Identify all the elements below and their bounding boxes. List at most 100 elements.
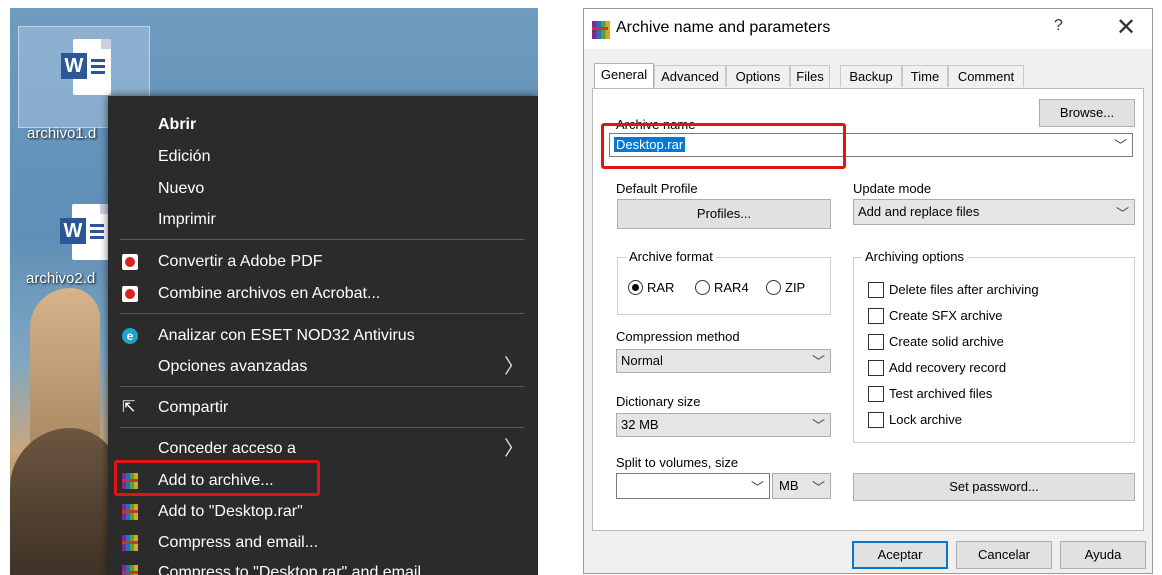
archive-dialog: Archive name and parameters ? ✕ General … — [583, 8, 1153, 574]
desktop-icon-label: archivo2.d — [26, 270, 96, 287]
general-tab-pane: Archive name Browse... Desktop.rar ﹀ Def… — [592, 88, 1144, 531]
split-unit-value: MB — [779, 478, 799, 493]
update-mode-value: Add and replace files — [858, 204, 980, 219]
context-menu: Abrir Edición Nuevo Imprimir Convertir a… — [108, 96, 538, 575]
adobe-pdf-icon — [122, 254, 138, 270]
winrar-icon — [592, 21, 610, 39]
word-doc-icon: W — [60, 204, 110, 262]
split-unit-select[interactable]: MB ﹀ — [772, 473, 831, 499]
winrar-icon — [122, 504, 138, 520]
menu-item-eset[interactable]: e Analizar con ESET NOD32 Antivirus — [108, 321, 538, 351]
update-mode-select[interactable]: Add and replace files ﹀ — [853, 199, 1135, 225]
archive-name-highlight — [601, 123, 846, 169]
radio-rar[interactable] — [628, 280, 643, 295]
menu-separator — [120, 313, 524, 314]
tab-advanced[interactable]: Advanced — [654, 65, 726, 87]
dictionary-size-value: 32 MB — [621, 417, 659, 432]
chevron-down-icon: ﹀ — [811, 418, 825, 433]
winrar-icon — [122, 565, 138, 575]
submenu-arrow-icon: 〉 — [504, 356, 524, 378]
checkbox-recovery-record[interactable] — [868, 360, 884, 376]
menu-item-label: Compartir — [158, 399, 229, 416]
tab-files[interactable]: Files — [790, 65, 830, 87]
dictionary-size-label: Dictionary size — [616, 394, 701, 409]
chevron-down-icon: ﹀ — [811, 354, 825, 369]
dialog-title: Archive name and parameters — [616, 19, 831, 36]
acrobat-combine-icon — [122, 286, 138, 302]
profiles-button[interactable]: Profiles... — [617, 199, 831, 229]
menu-separator — [120, 386, 524, 387]
menu-item-imprimir[interactable]: Imprimir — [108, 205, 538, 235]
menu-item-nuevo[interactable]: Nuevo — [108, 174, 538, 204]
desktop-screenshot: W archivo1.d W archivo2.d Abrir Edición … — [10, 8, 538, 575]
menu-item-abrir[interactable]: Abrir — [108, 110, 538, 140]
checkbox-label: Test archived files — [889, 386, 993, 401]
archive-format-group: Archive format RAR RAR4 ZIP — [617, 249, 831, 315]
menu-item-compress-desktop-rar-email[interactable]: Compress to "Desktop.rar" and email — [108, 558, 538, 575]
chevron-down-icon: ﹀ — [811, 480, 825, 495]
menu-item-label: Nuevo — [158, 180, 205, 197]
help-icon[interactable]: ? — [1054, 17, 1063, 35]
menu-item-label: Opciones avanzadas — [158, 358, 308, 375]
menu-separator — [120, 427, 524, 428]
help-button[interactable]: Ayuda — [1060, 541, 1146, 569]
archive-format-title: Archive format — [626, 249, 716, 264]
tab-general[interactable]: General — [594, 63, 654, 89]
checkbox-label: Create solid archive — [889, 334, 1004, 349]
eset-icon: e — [122, 328, 138, 344]
split-volumes-label: Split to volumes, size — [616, 455, 739, 470]
checkbox-test-archived[interactable] — [868, 386, 884, 402]
checkbox-lock-archive[interactable] — [868, 412, 884, 428]
ok-button[interactable]: Aceptar — [852, 541, 948, 569]
menu-item-edicion[interactable]: Edición — [108, 142, 538, 172]
checkbox-label: Create SFX archive — [889, 308, 1003, 323]
word-doc-icon: W — [61, 39, 111, 97]
checkbox-create-sfx[interactable] — [868, 308, 884, 324]
winrar-icon — [122, 535, 138, 551]
update-mode-label: Update mode — [853, 181, 932, 196]
checkbox-label: Add recovery record — [889, 360, 1007, 375]
share-icon: ⇱ — [122, 399, 136, 416]
compression-method-label: Compression method — [616, 329, 740, 344]
chevron-down-icon[interactable]: ﹀ — [751, 477, 764, 496]
submenu-arrow-icon: 〉 — [504, 438, 524, 460]
dictionary-size-select[interactable]: 32 MB ﹀ — [616, 413, 831, 437]
tab-options[interactable]: Options — [726, 65, 790, 87]
checkbox-delete-files[interactable] — [868, 282, 884, 298]
menu-item-label: Compress and email... — [158, 534, 319, 551]
menu-item-label: Compress to "Desktop.rar" and email — [158, 564, 422, 575]
menu-item-label: Convertir a Adobe PDF — [158, 253, 323, 270]
chevron-down-icon[interactable]: ﹀ — [1114, 135, 1127, 154]
menu-item-opciones-avanzadas[interactable]: Opciones avanzadas 〉 — [108, 352, 538, 382]
tab-comment[interactable]: Comment — [948, 65, 1024, 87]
radio-rar-label: RAR — [647, 280, 675, 295]
set-password-button[interactable]: Set password... — [853, 473, 1135, 501]
cancel-button[interactable]: Cancelar — [956, 541, 1052, 569]
tab-time[interactable]: Time — [902, 65, 948, 87]
menu-item-compartir[interactable]: ⇱ Compartir — [108, 393, 538, 423]
wallpaper-shore — [10, 428, 120, 575]
tab-backup[interactable]: Backup — [840, 65, 902, 87]
split-volumes-input[interactable]: ﹀ — [616, 473, 770, 499]
add-to-archive-highlight — [114, 460, 320, 496]
default-profile-label: Default Profile — [616, 181, 698, 196]
checkbox-label: Delete files after archiving — [889, 282, 1039, 297]
menu-item-label: Imprimir — [158, 211, 216, 228]
compression-method-value: Normal — [621, 353, 663, 368]
menu-item-label: Analizar con ESET NOD32 Antivirus — [158, 327, 415, 344]
menu-item-add-to-desktop-rar[interactable]: Add to "Desktop.rar" — [108, 497, 538, 527]
menu-item-label: Edición — [158, 148, 211, 165]
menu-item-convertir-pdf[interactable]: Convertir a Adobe PDF — [108, 247, 538, 277]
menu-item-label: Combine archivos en Acrobat... — [158, 285, 381, 302]
compression-method-select[interactable]: Normal ﹀ — [616, 349, 831, 373]
browse-button[interactable]: Browse... — [1039, 99, 1135, 127]
radio-zip-label: ZIP — [785, 280, 806, 295]
radio-rar4[interactable] — [695, 280, 710, 295]
archiving-options-title: Archiving options — [862, 249, 967, 264]
menu-item-compress-email[interactable]: Compress and email... — [108, 528, 538, 558]
close-icon[interactable]: ✕ — [1116, 13, 1136, 42]
radio-zip[interactable] — [766, 280, 781, 295]
checkbox-create-solid[interactable] — [868, 334, 884, 350]
menu-separator — [120, 239, 524, 240]
menu-item-combine-acrobat[interactable]: Combine archivos en Acrobat... — [108, 279, 538, 309]
